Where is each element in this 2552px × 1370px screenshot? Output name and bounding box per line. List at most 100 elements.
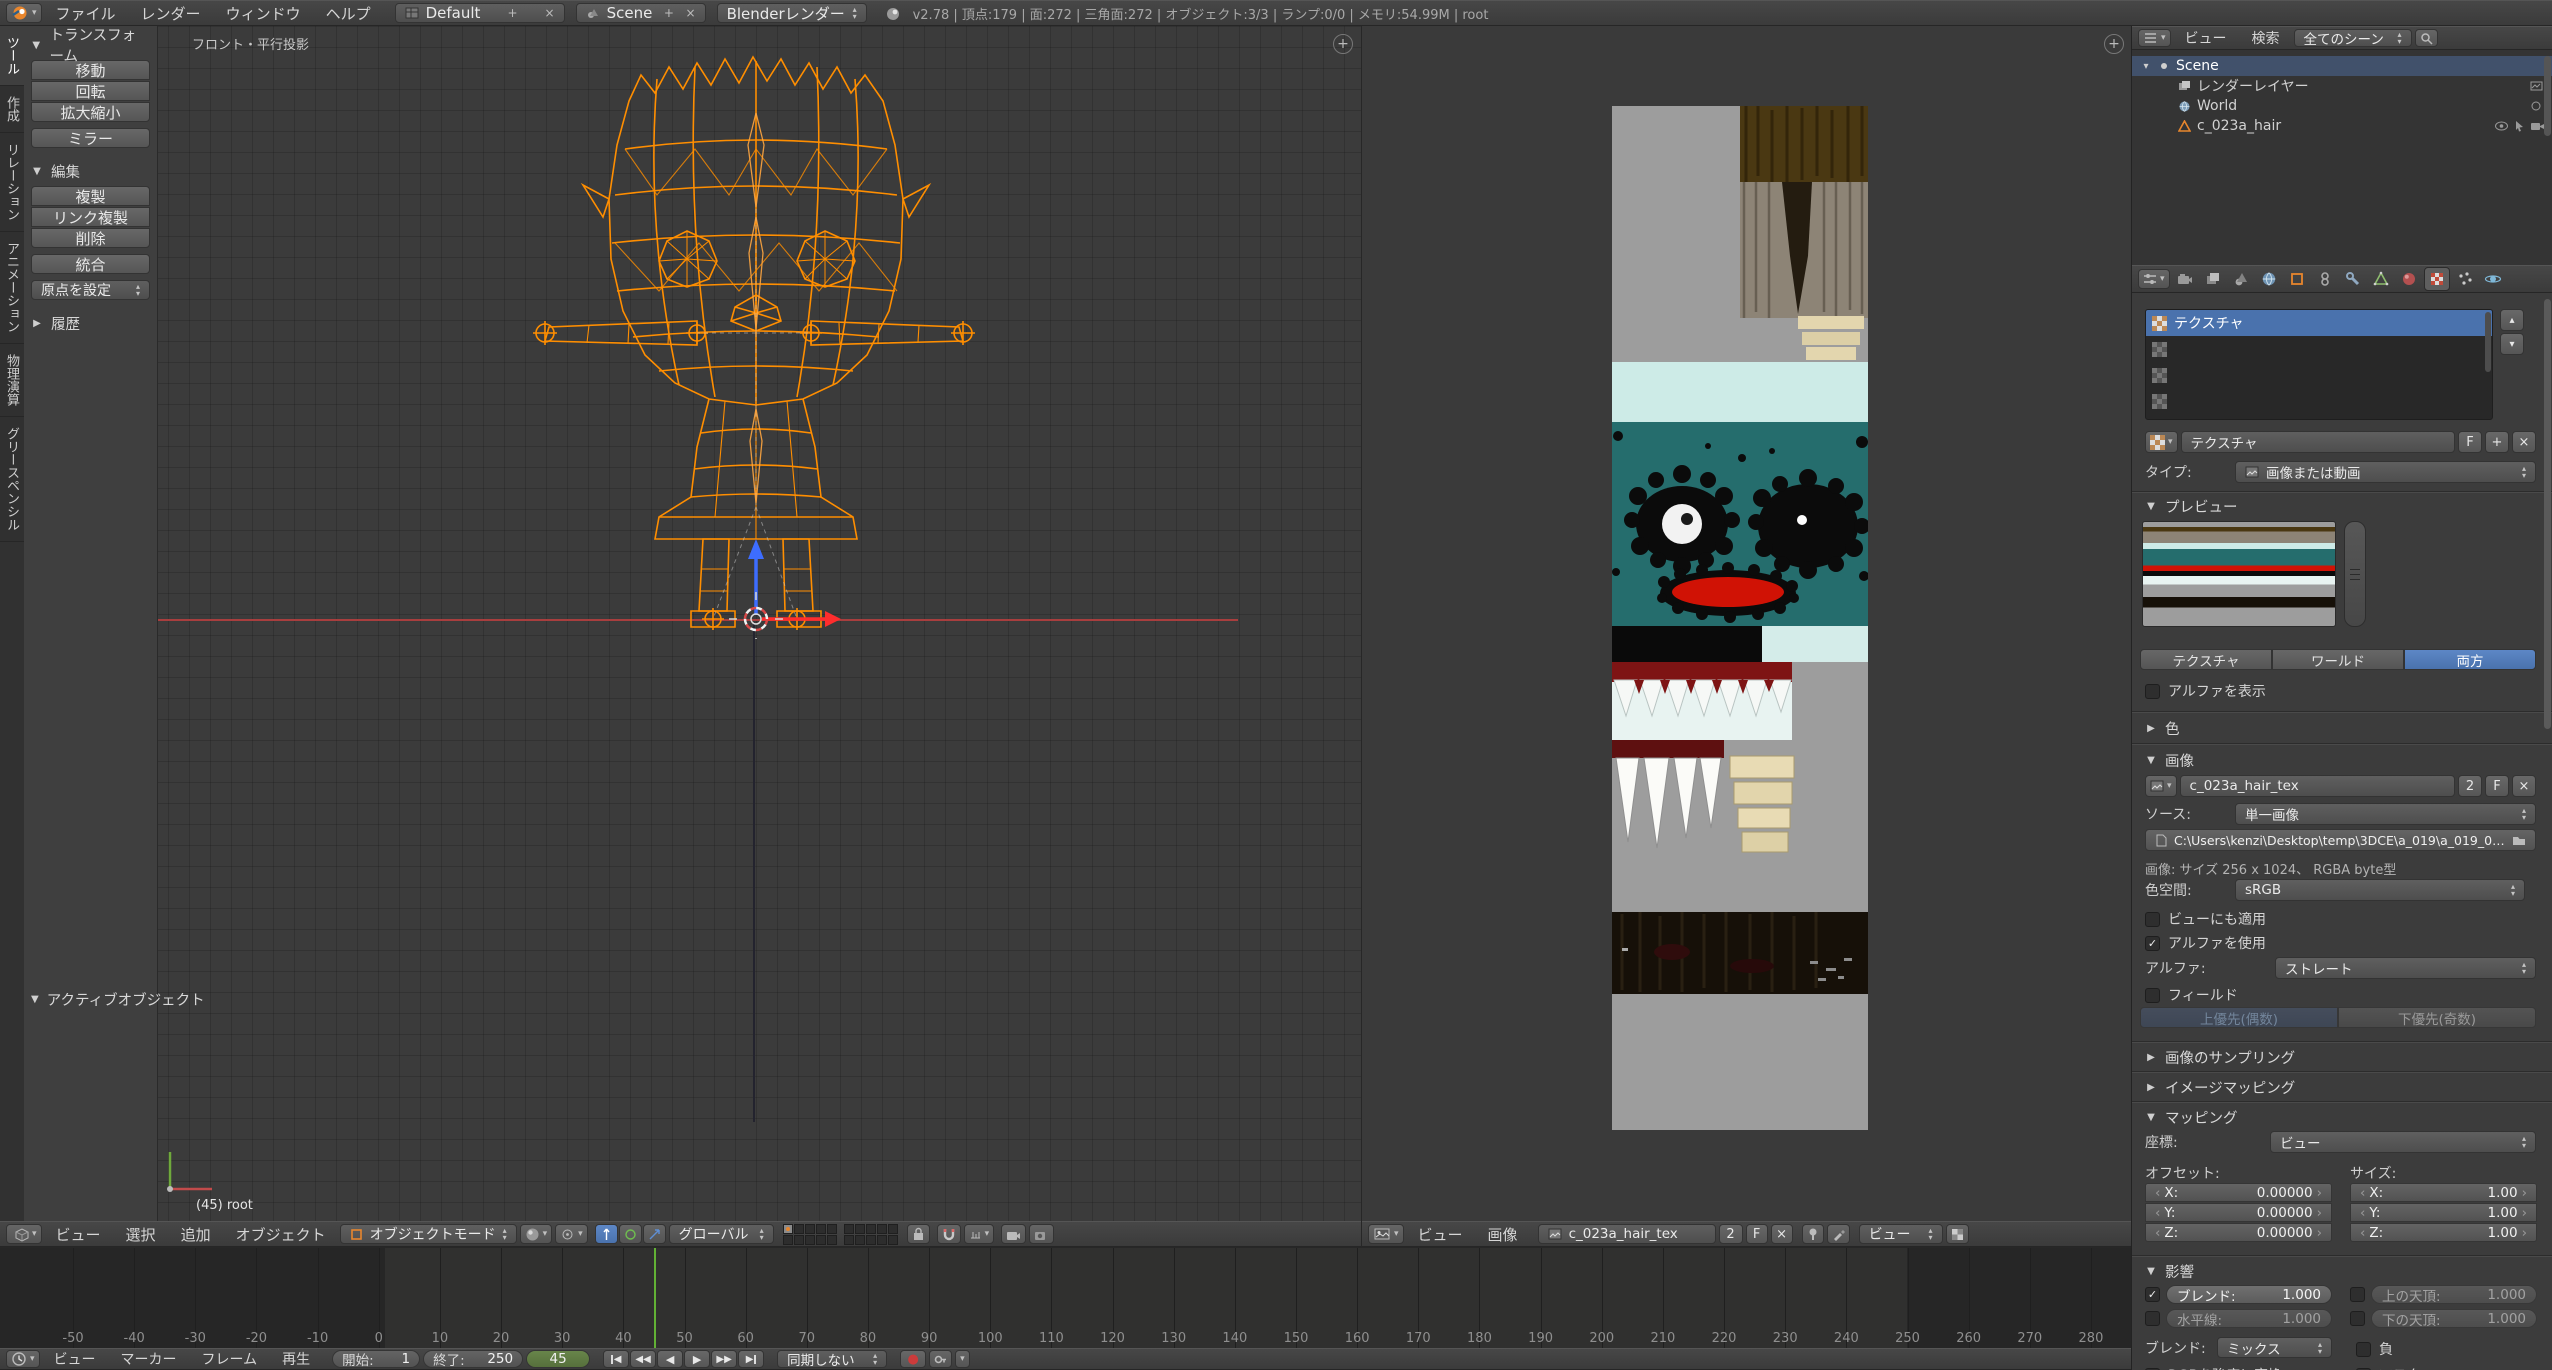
checkbox-checked[interactable]: ✓	[2145, 1287, 2160, 1302]
tab-object[interactable]	[2284, 267, 2310, 291]
size-z-field[interactable]: ‹ Z: 1.00 ›	[2350, 1223, 2537, 1242]
decrement-icon[interactable]: ‹	[2155, 1225, 2160, 1241]
image-fake-user-button[interactable]: F	[2485, 775, 2509, 797]
render-engine-selector[interactable]: Blenderレンダー ▴▾	[717, 3, 867, 23]
info-editor-selector[interactable]: ▾	[6, 3, 42, 23]
mirror-button[interactable]: ミラー	[31, 128, 150, 148]
layer-toggle[interactable]	[805, 1224, 815, 1234]
texture-name-field[interactable]: テクスチャ	[2181, 431, 2455, 453]
tab-material[interactable]	[2396, 267, 2422, 291]
outliner-display-dropdown[interactable]: 全てのシーン ▴▾	[2294, 29, 2412, 47]
snap-toggle[interactable]	[937, 1224, 961, 1244]
layer-toggle[interactable]	[866, 1224, 876, 1234]
timeline-ruler[interactable]: -50-40-30-20-100102030405060708090100110…	[0, 1248, 2131, 1349]
source-dropdown[interactable]: 単一画像 ▴▾	[2235, 803, 2536, 825]
play-button[interactable]: ▶	[684, 1350, 710, 1368]
layer-toggle[interactable]	[794, 1235, 804, 1245]
menu-render[interactable]: レンダー	[130, 3, 212, 24]
sync-dropdown[interactable]: 同期しない ▴▾	[777, 1350, 887, 1368]
layer-toggle[interactable]	[783, 1235, 793, 1245]
next-keyframe-button[interactable]: ▶▶	[711, 1350, 737, 1368]
tab-physics[interactable]	[2480, 267, 2506, 291]
zenith-down-slider[interactable]: 下の天頂: 1.000	[2371, 1309, 2537, 1328]
influence-panel-header[interactable]: ▼ 影響	[2145, 1260, 2194, 1282]
browse-texture-button[interactable]: ▾	[2145, 431, 2178, 453]
folder-icon[interactable]	[2512, 834, 2526, 846]
outliner-view-menu[interactable]: ビュー	[2174, 28, 2238, 48]
manipulator-scale-toggle[interactable]	[643, 1224, 666, 1244]
offset-y-field[interactable]: ‹ Y: 0.00000 ›	[2145, 1203, 2332, 1222]
rotate-button[interactable]: 回転	[31, 81, 150, 101]
browse-image-button[interactable]: ▾	[2145, 775, 2177, 797]
prev-keyframe-button[interactable]: ◀◀	[630, 1350, 656, 1368]
preview-world-button[interactable]: ワールド	[2272, 649, 2404, 670]
expand-icon[interactable]: ▾	[2140, 61, 2152, 72]
texture-slot-item[interactable]	[2146, 362, 2492, 388]
checkbox[interactable]	[2350, 1287, 2365, 1302]
outliner-search-button[interactable]	[2415, 29, 2438, 47]
manipulator-translate-toggle[interactable]	[595, 1224, 618, 1244]
add-menu[interactable]: 追加	[170, 1224, 222, 1245]
menu-file[interactable]: ファイル	[45, 3, 127, 24]
layer-toggle[interactable]	[783, 1224, 793, 1234]
outliner-row-scene[interactable]: ▾ Scene	[2132, 56, 2552, 76]
frame-start-field[interactable]: 開始: 1	[332, 1350, 420, 1368]
jump-to-end-button[interactable]: ▶	[738, 1350, 764, 1368]
unlink-image-button[interactable]: ×	[1771, 1224, 1793, 1244]
frame-end-field[interactable]: 終了: 250	[423, 1350, 523, 1368]
tab-relations[interactable]: リレーション	[0, 133, 24, 232]
close-scene-button[interactable]: ×	[686, 6, 696, 20]
slot-move-down-button[interactable]: ▾	[2500, 333, 2524, 355]
image-mapping-panel-header[interactable]: ▶ イメージマッピング	[2145, 1076, 2295, 1098]
set-origin-dropdown[interactable]: 原点を設定 ▴▾	[31, 280, 150, 300]
image-panel-header[interactable]: ▼ 画像	[2145, 749, 2194, 771]
outliner-scrollbar[interactable]	[2544, 56, 2551, 136]
zenith-up-slider[interactable]: 上の天頂: 1.000	[2371, 1285, 2537, 1304]
orientation-dropdown[interactable]: グローバル ▴▾	[669, 1224, 774, 1244]
editor-type-timeline-selector[interactable]: ▾	[6, 1350, 40, 1368]
increment-icon[interactable]: ›	[2522, 1185, 2527, 1201]
lock-to-scene-toggle[interactable]	[907, 1224, 930, 1244]
editor-type-outliner-selector[interactable]: ▾	[2138, 29, 2171, 47]
duplicate-button[interactable]: 複製	[31, 186, 150, 206]
region-expand-plus[interactable]: +	[1333, 34, 1353, 54]
layer-toggle[interactable]	[888, 1235, 898, 1245]
mapping-panel-header[interactable]: ▼ マッピング	[2145, 1106, 2238, 1128]
file-path-field[interactable]: C:\Users\kenzi\Desktop\temp\3DCE\a_019\a…	[2145, 829, 2536, 851]
outliner-search-menu[interactable]: 検索	[2241, 28, 2291, 48]
current-frame-field[interactable]: 45	[526, 1350, 590, 1368]
jump-to-start-button[interactable]: ◀	[603, 1350, 629, 1368]
blend-mode-dropdown[interactable]: ミックス ▴▾	[2217, 1337, 2332, 1358]
layer-toggle[interactable]	[866, 1235, 876, 1245]
layer-toggle[interactable]	[877, 1224, 887, 1234]
decrement-icon[interactable]: ‹	[2360, 1225, 2365, 1241]
visibility-eye-icon[interactable]	[2494, 120, 2509, 132]
increment-icon[interactable]: ›	[2317, 1225, 2322, 1241]
tab-animation[interactable]: アニメーション	[0, 232, 24, 344]
tab-constraints[interactable]	[2312, 267, 2338, 291]
close-layout-button[interactable]: ×	[545, 6, 555, 20]
screen-layout-selector[interactable]: Default + ×	[395, 3, 565, 23]
layer-toggle[interactable]	[877, 1235, 887, 1245]
slot-move-up-button[interactable]: ▴	[2500, 309, 2524, 331]
preview-resize-handle[interactable]	[2344, 521, 2366, 627]
render-opengl-button[interactable]	[1001, 1224, 1026, 1244]
tab-render-layers[interactable]	[2200, 267, 2226, 291]
offset-z-field[interactable]: ‹ Z: 0.00000 ›	[2145, 1223, 2332, 1242]
panel-history-header[interactable]: ▶ 履歴	[31, 312, 150, 334]
keying-set-button[interactable]	[929, 1350, 952, 1368]
add-scene-button[interactable]: +	[664, 6, 674, 20]
tab-grease-pencil[interactable]: グリースペンシル	[0, 417, 24, 542]
increment-icon[interactable]: ›	[2317, 1185, 2322, 1201]
checkbox[interactable]	[2350, 1311, 2365, 1326]
play-reverse-button[interactable]: ◀	[657, 1350, 683, 1368]
tab-physics[interactable]: 物理演算	[0, 344, 24, 417]
editor-type-3d-selector[interactable]: ▾	[6, 1224, 42, 1244]
editor-type-image-selector[interactable]: ▾	[1368, 1224, 1404, 1244]
layer-toggle[interactable]	[816, 1235, 826, 1245]
preview-texture-button[interactable]: テクスチャ	[2140, 649, 2272, 670]
alpha-mode-dropdown[interactable]: ストレート ▴▾	[2275, 957, 2536, 979]
menu-help[interactable]: ヘルプ	[315, 3, 382, 24]
fields-checkbox[interactable]: フィールド	[2145, 985, 2238, 1005]
keying-set-dropdown[interactable]: ▾	[955, 1350, 970, 1368]
